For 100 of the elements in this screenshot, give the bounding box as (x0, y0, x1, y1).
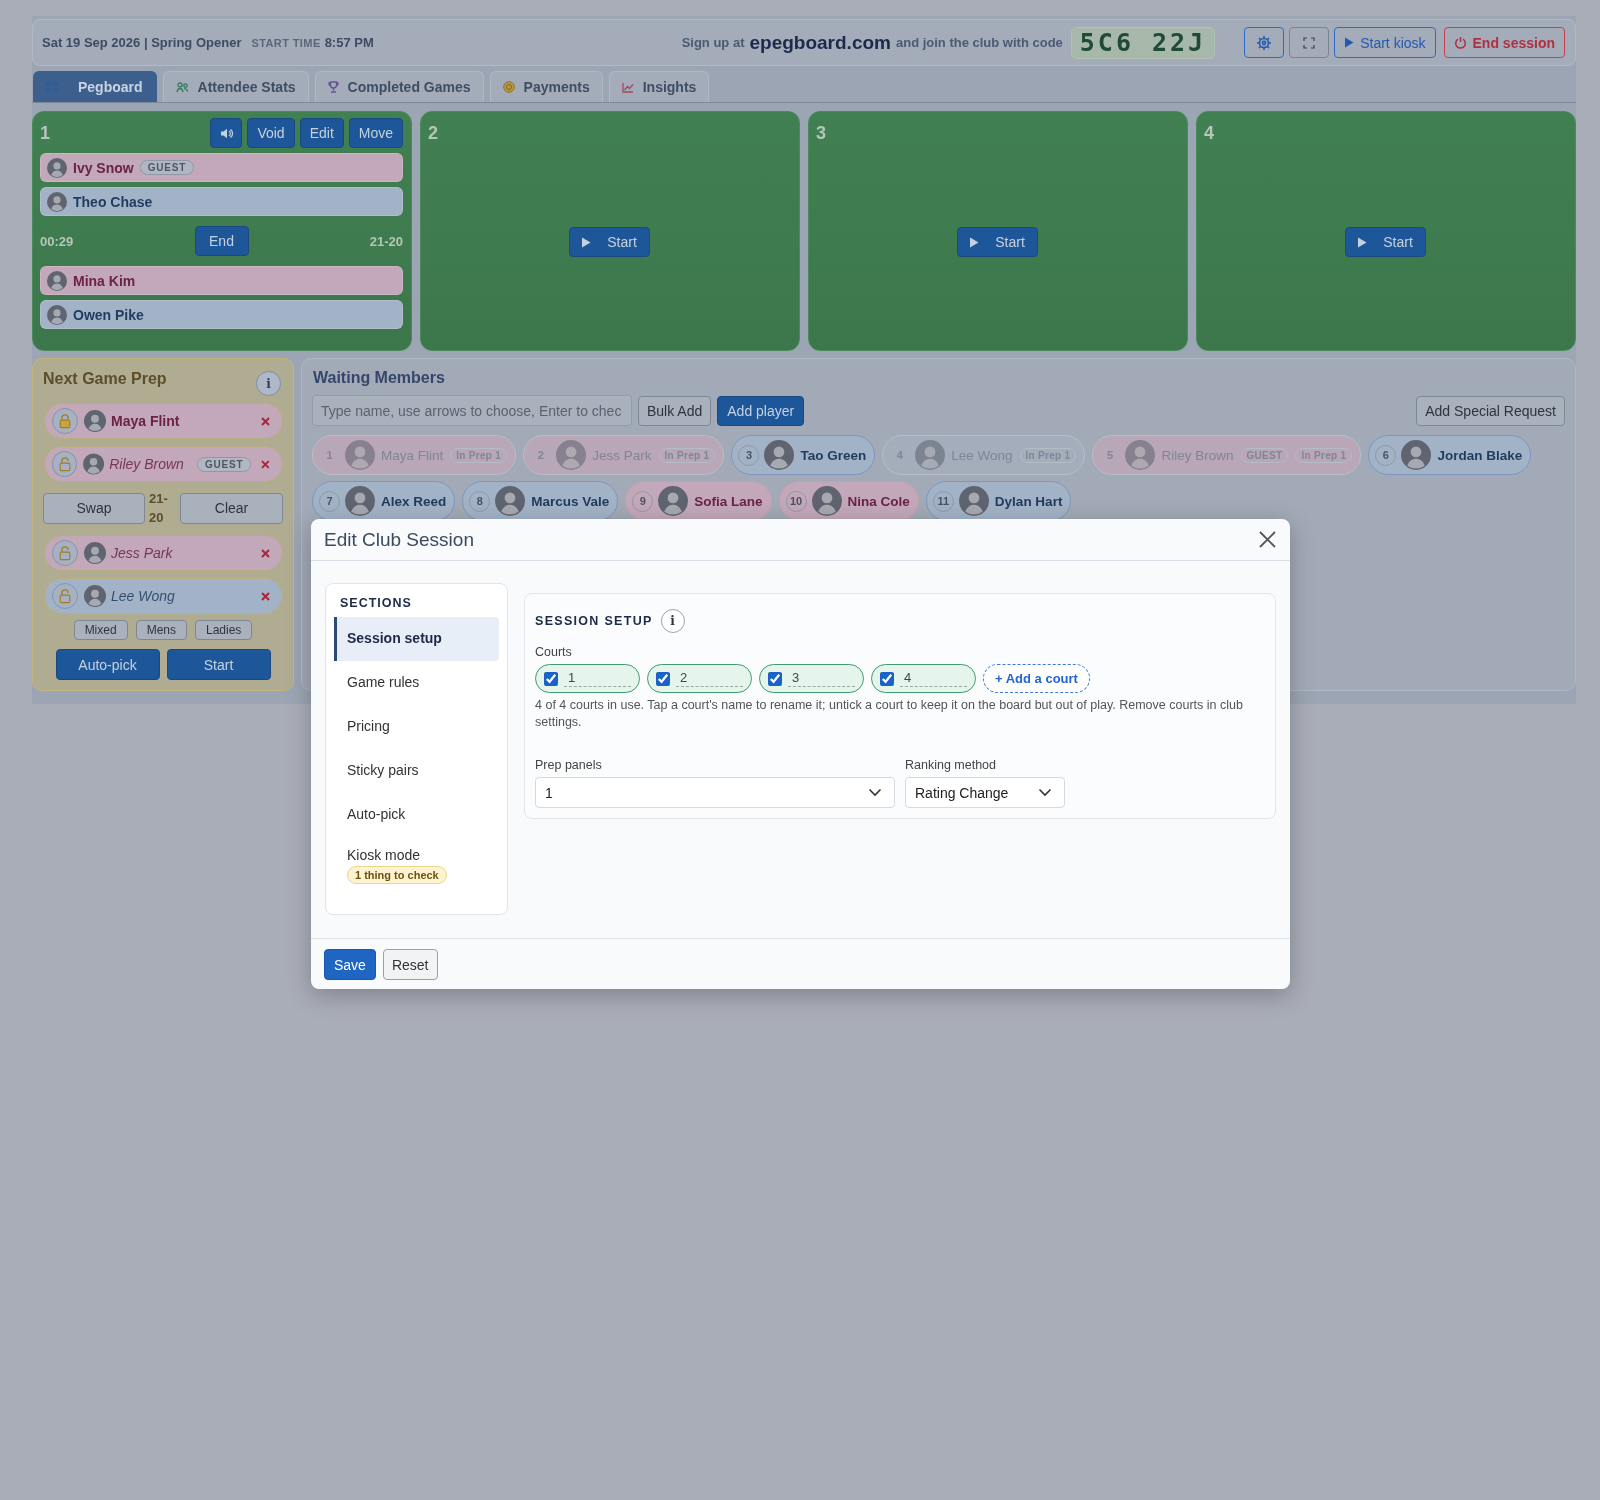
add-court-button[interactable]: + Add a court (983, 664, 1090, 693)
close-button[interactable] (1259, 531, 1276, 548)
save-button[interactable]: Save (324, 949, 376, 980)
member-chip[interactable]: 11 Dylan Hart (925, 481, 1072, 521)
member-chip[interactable]: 8 Marcus Vale (462, 481, 619, 521)
swap-button[interactable]: Swap (43, 492, 145, 524)
court-action-button[interactable]: Move (348, 118, 403, 148)
tab[interactable]: Pegboard (33, 71, 157, 102)
settings-button[interactable] (1244, 27, 1285, 58)
remove-icon[interactable] (261, 459, 270, 469)
bulk-add-button[interactable]: Bulk Add (638, 395, 712, 426)
start-button[interactable]: Start (569, 227, 650, 257)
settings-icon (1256, 34, 1273, 51)
member-chip[interactable]: 7 Alex Reed (312, 481, 456, 521)
end-game-button[interactable]: End (194, 226, 249, 256)
search-field[interactable]: Type name, use arrows to choose, Enter to chec (312, 395, 632, 426)
player-name: Riley Brown (109, 456, 184, 472)
section-item[interactable]: Session setup (334, 617, 499, 661)
field-label: Ranking method (905, 758, 998, 772)
court-toggle[interactable]: 2 (647, 664, 752, 693)
ranking-select[interactable]: Rating Change (905, 777, 1065, 808)
member-name: Jordan Blake (1437, 447, 1523, 463)
avatar-icon (915, 440, 946, 470)
start-button[interactable]: Start (1345, 227, 1426, 257)
prep-score: 21-20 (149, 490, 169, 527)
add-player-button[interactable]: Add player (717, 395, 805, 426)
member-chip[interactable]: 6 Jordan Blake (1368, 435, 1532, 475)
avatar-icon (47, 191, 67, 212)
player-name: Lee Wong (111, 588, 175, 604)
court-action-button[interactable]: Void (247, 118, 295, 148)
tab[interactable]: Attendee Stats (162, 71, 309, 102)
guest-badge: GUEST (196, 456, 252, 472)
game-timer: 00:29 (40, 233, 74, 249)
court-toggle[interactable]: 4 (871, 664, 976, 693)
play-icon (1344, 37, 1355, 48)
member-chip[interactable]: 10 Nina Cole (778, 481, 919, 521)
member-chip[interactable]: 3 Tao Green (731, 435, 876, 475)
court-name[interactable]: 1 (564, 670, 631, 687)
remove-icon[interactable] (261, 416, 270, 426)
court-action-button[interactable]: Edit (299, 118, 344, 148)
filter-button[interactable]: Ladies (195, 620, 253, 640)
info-button[interactable]: i (660, 609, 685, 633)
filter-button[interactable]: Mens (135, 620, 187, 640)
fullscreen-button[interactable] (1289, 27, 1330, 58)
clear-button[interactable]: Clear (180, 492, 283, 524)
avatar-icon (556, 440, 587, 470)
court-checkbox[interactable] (544, 671, 558, 686)
lock-button[interactable] (52, 451, 78, 477)
court-checkbox[interactable] (880, 671, 894, 686)
start-button[interactable]: Start (957, 227, 1038, 257)
lock-button[interactable] (52, 408, 78, 434)
prep-panels-select[interactable]: 1 (535, 777, 895, 808)
prep-action-button[interactable]: Start (166, 649, 271, 680)
player-name: Theo Chase (73, 193, 153, 210)
remove-icon[interactable] (261, 591, 270, 601)
avatar-icon (1401, 440, 1432, 470)
play-icon (1357, 236, 1368, 248)
section-item[interactable]: Auto-pick (334, 793, 499, 837)
remove-icon[interactable] (261, 548, 270, 558)
section-item[interactable]: Kiosk mode 1 thing to check (334, 837, 499, 897)
avatar-icon (84, 585, 106, 607)
end-session-button[interactable]: End session (1443, 27, 1565, 58)
member-chip[interactable]: 9 Sofia Lane (625, 481, 772, 521)
avatar-icon (811, 486, 842, 516)
special-request-button[interactable]: Add Special Request (1416, 395, 1565, 426)
avatar-icon (345, 440, 375, 470)
tab[interactable]: Completed Games (314, 71, 484, 102)
tab[interactable]: Payments (489, 71, 603, 102)
court-checkbox[interactable] (656, 671, 670, 686)
sound-button[interactable] (210, 118, 243, 148)
chevron-down-icon (1038, 788, 1052, 797)
lock-button[interactable] (52, 540, 78, 566)
avatar-icon (764, 440, 795, 470)
section-item[interactable]: Sticky pairs (334, 749, 499, 793)
court-name[interactable]: 2 (676, 670, 743, 687)
tab[interactable]: Insights (608, 71, 710, 102)
court-name[interactable]: 4 (900, 670, 967, 687)
player-name: Maya Flint (111, 413, 180, 429)
unlocked-lock-icon (57, 456, 72, 472)
field-label: Courts (535, 645, 573, 659)
avatar-icon (958, 486, 989, 516)
member-name: Sofia Lane (694, 493, 763, 509)
lock-button[interactable] (52, 583, 78, 609)
info-button[interactable]: i (256, 371, 281, 396)
court-name[interactable]: 3 (788, 670, 855, 687)
session-title: Sat 19 Sep 2026 | Spring Opener (42, 35, 242, 50)
court-toggle[interactable]: 1 (535, 664, 640, 693)
avatar-icon (495, 486, 526, 516)
member-name: Marcus Vale (531, 493, 610, 509)
filter-button[interactable]: Mixed (73, 620, 128, 640)
court-toggle[interactable]: 3 (759, 664, 864, 693)
start-kiosk-button[interactable]: Start kiosk (1334, 27, 1436, 58)
panel-title: Next Game Prep (43, 370, 167, 388)
prep-action-button[interactable]: Auto-pick (55, 649, 160, 680)
avatar-icon (47, 157, 67, 178)
court-checkbox[interactable] (768, 671, 782, 686)
reset-button[interactable]: Reset (382, 949, 438, 980)
section-item[interactable]: Game rules (334, 661, 499, 705)
section-item[interactable]: Pricing (334, 705, 499, 749)
player-name: Owen Pike (73, 306, 144, 323)
